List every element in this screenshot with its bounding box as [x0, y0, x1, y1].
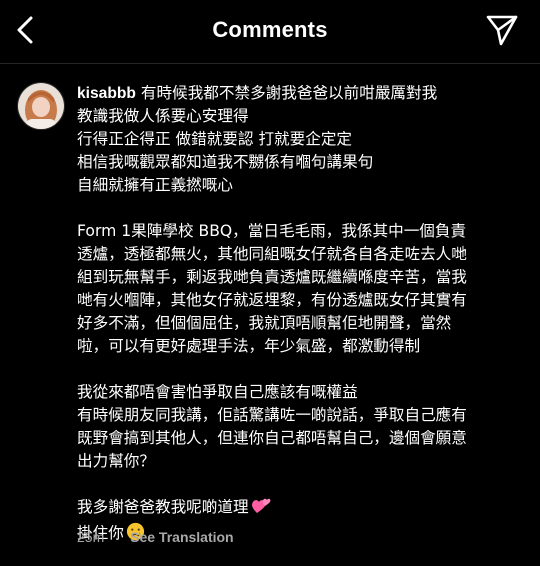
- comment-line: 教識我做人係要心安理得: [77, 107, 249, 125]
- comment-timestamp: 25m: [77, 529, 105, 545]
- avatar[interactable]: [17, 82, 65, 130]
- comment-username[interactable]: kisabbb: [77, 85, 136, 102]
- comment-line: Form 1果陣學校 BBQ，當日毛毛雨，我係其中一個負責: [77, 222, 467, 240]
- comment-line: 有時候朋友同我講，佢話驚講咗一啲說話，爭取自己應有: [77, 406, 467, 424]
- comment-line: kisabbb 有時候我都不禁多謝我爸爸以前咁嚴厲對我: [77, 82, 527, 105]
- paper-plane-icon: [486, 15, 518, 46]
- header-bar: Comments: [0, 0, 540, 62]
- header-divider: [0, 63, 540, 64]
- comment-line: 我多謝爸爸教我呢啲道理: [77, 496, 527, 522]
- two-hearts-icon: [251, 497, 271, 522]
- comment-line: 透爐，透極都無火，其他同組嘅女仔就各自各走咗去人哋: [77, 245, 467, 263]
- comment-meta: 25m See Translation: [77, 529, 234, 545]
- comment-text: 我多謝爸爸教我呢啲道理: [77, 498, 249, 516]
- page-title: Comments: [212, 17, 328, 42]
- comment-line: 組到玩無幫手，剩返我哋負責透爐既繼續喺度辛苦，當我: [77, 268, 467, 286]
- comment-line: 啦，可以有更好處理手法，年少氣盛，都激動得制: [77, 337, 421, 355]
- comment-line: 行得正企得正 做錯就要認 打就要企定定: [77, 130, 353, 148]
- comment-line: 相信我嘅觀眾都知道我不嬲係有嗰句講果句: [77, 153, 374, 171]
- comment-line: 好多不滿，但個個屈住，我就頂唔順幫佢地開聲，當然: [77, 314, 452, 332]
- comment-line: 哋有火嗰陣，其他女仔就返埋黎，有份透爐既女仔其實有: [77, 291, 467, 309]
- comment-line: 自細就擁有正義撚嘅心: [77, 176, 233, 194]
- comment-body: kisabbb 有時候我都不禁多謝我爸爸以前咁嚴厲對我 教識我做人係要心安理得 …: [77, 82, 527, 548]
- share-button[interactable]: [484, 12, 520, 48]
- comment-line: 我從來都唔會害怕爭取自己應該有嘅權益: [77, 383, 358, 401]
- comment-line: 出力幫你？: [77, 452, 155, 470]
- comment-line: 既野會搞到其他人，但連你自己都唔幫自己，邊個會願意: [77, 429, 467, 447]
- see-translation-button[interactable]: See Translation: [130, 529, 233, 545]
- comment-text: 有時候我都不禁多謝我爸爸以前咁嚴厲對我: [140, 84, 438, 102]
- profile-photo-icon: [18, 83, 64, 129]
